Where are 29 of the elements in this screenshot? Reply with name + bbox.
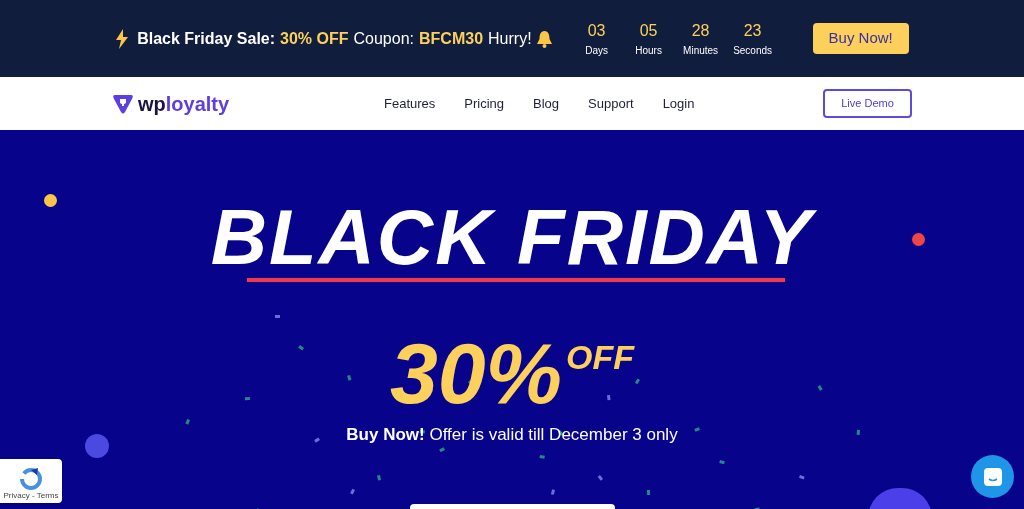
lightning-icon xyxy=(115,28,130,49)
nav-link[interactable]: Blog xyxy=(533,93,560,114)
discount-percent: 30% xyxy=(389,330,563,416)
nav-link[interactable]: Features xyxy=(384,93,436,114)
privacy-terms-link[interactable]: Privacy - Terms xyxy=(3,492,59,501)
buy-now-button[interactable]: Buy Now! xyxy=(812,23,909,54)
countdown-value: 05 xyxy=(639,21,658,41)
nav-link[interactable]: Support xyxy=(588,93,634,114)
dot-decoration xyxy=(85,434,109,458)
sale-message: Black Friday Sale: 30% OFF Coupon: BFCM30 Hurry! xyxy=(137,28,532,49)
countdown-unit: Seconds xyxy=(733,44,773,58)
countdown-value: 23 xyxy=(743,21,762,41)
recaptcha-icon xyxy=(18,466,44,493)
nav-link[interactable]: Pricing xyxy=(464,93,505,114)
countdown-value: 03 xyxy=(587,21,606,41)
countdown-unit: Minutes xyxy=(683,44,719,58)
chat-icon xyxy=(982,466,1003,487)
dot-decoration xyxy=(912,233,925,246)
dot-decoration xyxy=(44,194,57,207)
logo[interactable]: wployalty xyxy=(112,88,362,119)
discount-off: OFF xyxy=(566,340,635,374)
countdown-unit: Days xyxy=(585,44,608,58)
bell-icon xyxy=(535,29,553,48)
live-demo-button[interactable]: Live Demo xyxy=(823,89,912,118)
countdown-unit: Hours xyxy=(635,44,662,58)
offer-text: Buy Now! Offer is valid till December 3 only xyxy=(346,424,678,446)
countdown-value: 28 xyxy=(691,21,710,41)
nav-link[interactable]: Login xyxy=(662,93,695,114)
chat-button[interactable] xyxy=(971,455,1014,498)
